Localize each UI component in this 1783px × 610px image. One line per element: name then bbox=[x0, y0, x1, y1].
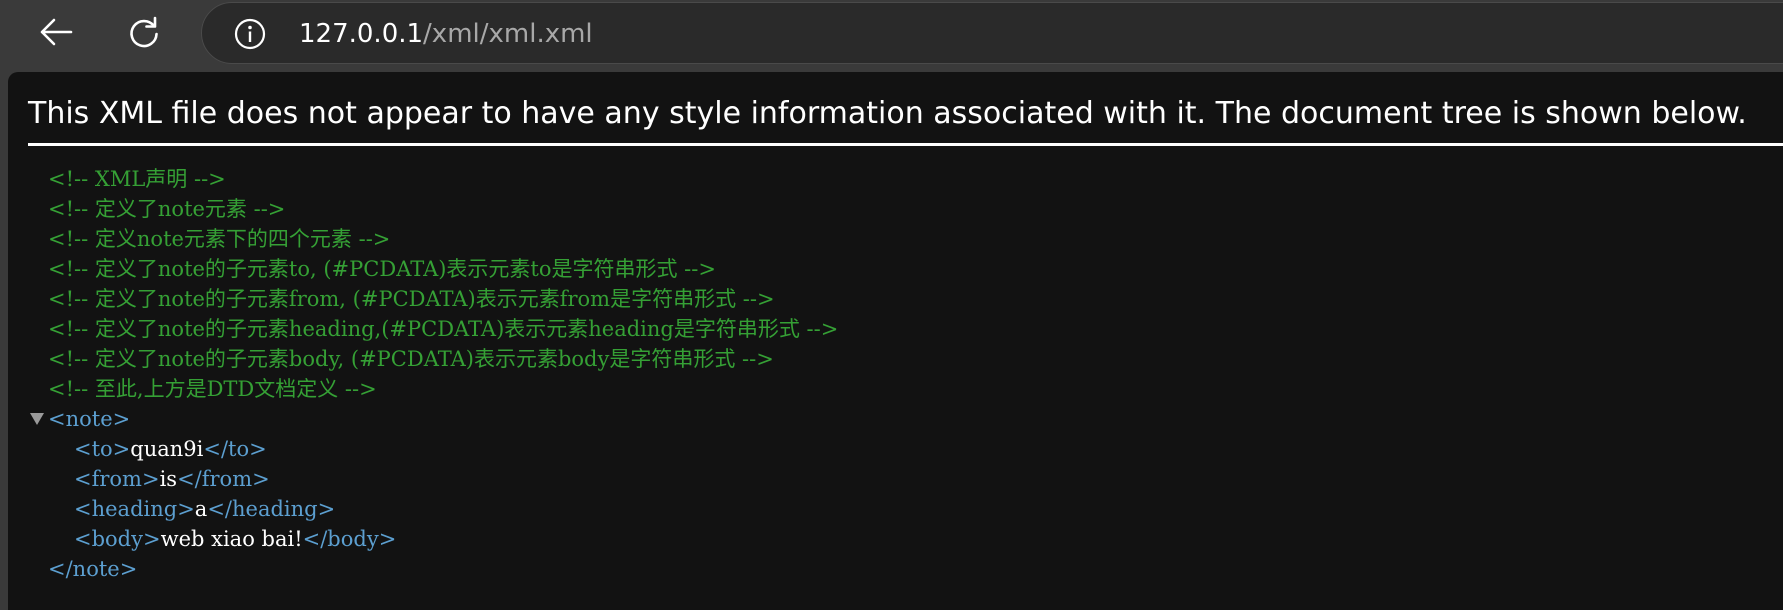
body-close-tag: </body> bbox=[302, 527, 397, 551]
heading-value: a bbox=[194, 497, 208, 521]
note-open-tag: <note> bbox=[48, 407, 131, 431]
xml-comment: <!-- 定义了note的子元素from, (#PCDATA)表示元素from是… bbox=[48, 287, 775, 311]
xml-comment: <!-- 至此,上方是DTD文档定义 --> bbox=[48, 377, 377, 401]
xml-comment: <!-- 定义了note的子元素body, (#PCDATA)表示元素body是… bbox=[48, 347, 774, 371]
from-open-tag: <from> bbox=[74, 467, 160, 491]
heading-close-tag: </heading> bbox=[207, 497, 336, 521]
body-value: web xiao bai! bbox=[160, 527, 303, 551]
info-icon[interactable] bbox=[234, 18, 266, 50]
url-path: /xml/xml.xml bbox=[423, 19, 593, 49]
heading-open-tag: <heading> bbox=[74, 497, 195, 521]
xml-element-body: <body>web xiao bai!</body> bbox=[74, 524, 396, 554]
browser-toolbar: 127.0.0.1/xml/xml.xml bbox=[0, 0, 1783, 72]
reload-icon bbox=[130, 16, 158, 48]
reload-button[interactable] bbox=[124, 12, 164, 52]
notice-divider bbox=[28, 143, 1783, 146]
xml-element-to: <to>quan9i</to> bbox=[74, 434, 267, 464]
xml-comment: <!-- 定义note元素下的四个元素 --> bbox=[48, 227, 391, 251]
to-close-tag: </to> bbox=[203, 437, 267, 461]
xml-comment: <!-- XML声明 --> bbox=[48, 167, 226, 191]
xml-comment: <!-- 定义了note的子元素heading,(#PCDATA)表示元素hea… bbox=[48, 317, 839, 341]
arrow-left-icon bbox=[40, 18, 73, 46]
xml-comment: <!-- 定义了note的子元素to, (#PCDATA)表示元素to是字符串形… bbox=[48, 257, 716, 281]
style-notice: This XML file does not appear to have an… bbox=[28, 96, 1747, 131]
note-close-tag: </note> bbox=[48, 557, 138, 581]
xml-comment: <!-- 定义了note元素 --> bbox=[48, 197, 286, 221]
body-open-tag: <body> bbox=[74, 527, 161, 551]
to-open-tag: <to> bbox=[74, 437, 131, 461]
from-close-tag: </from> bbox=[177, 467, 270, 491]
to-value: quan9i bbox=[130, 437, 204, 461]
xml-element-from: <from>is</from> bbox=[74, 464, 270, 494]
back-button[interactable] bbox=[36, 12, 76, 52]
xml-element-heading: <heading>a</heading> bbox=[74, 494, 335, 524]
address-bar[interactable]: 127.0.0.1/xml/xml.xml bbox=[201, 2, 1783, 64]
collapse-triangle-icon[interactable] bbox=[27, 404, 47, 434]
from-value: is bbox=[159, 467, 178, 491]
url-text[interactable]: 127.0.0.1/xml/xml.xml bbox=[299, 17, 593, 51]
xml-viewer: This XML file does not appear to have an… bbox=[8, 72, 1783, 610]
url-host: 127.0.0.1 bbox=[299, 19, 424, 49]
